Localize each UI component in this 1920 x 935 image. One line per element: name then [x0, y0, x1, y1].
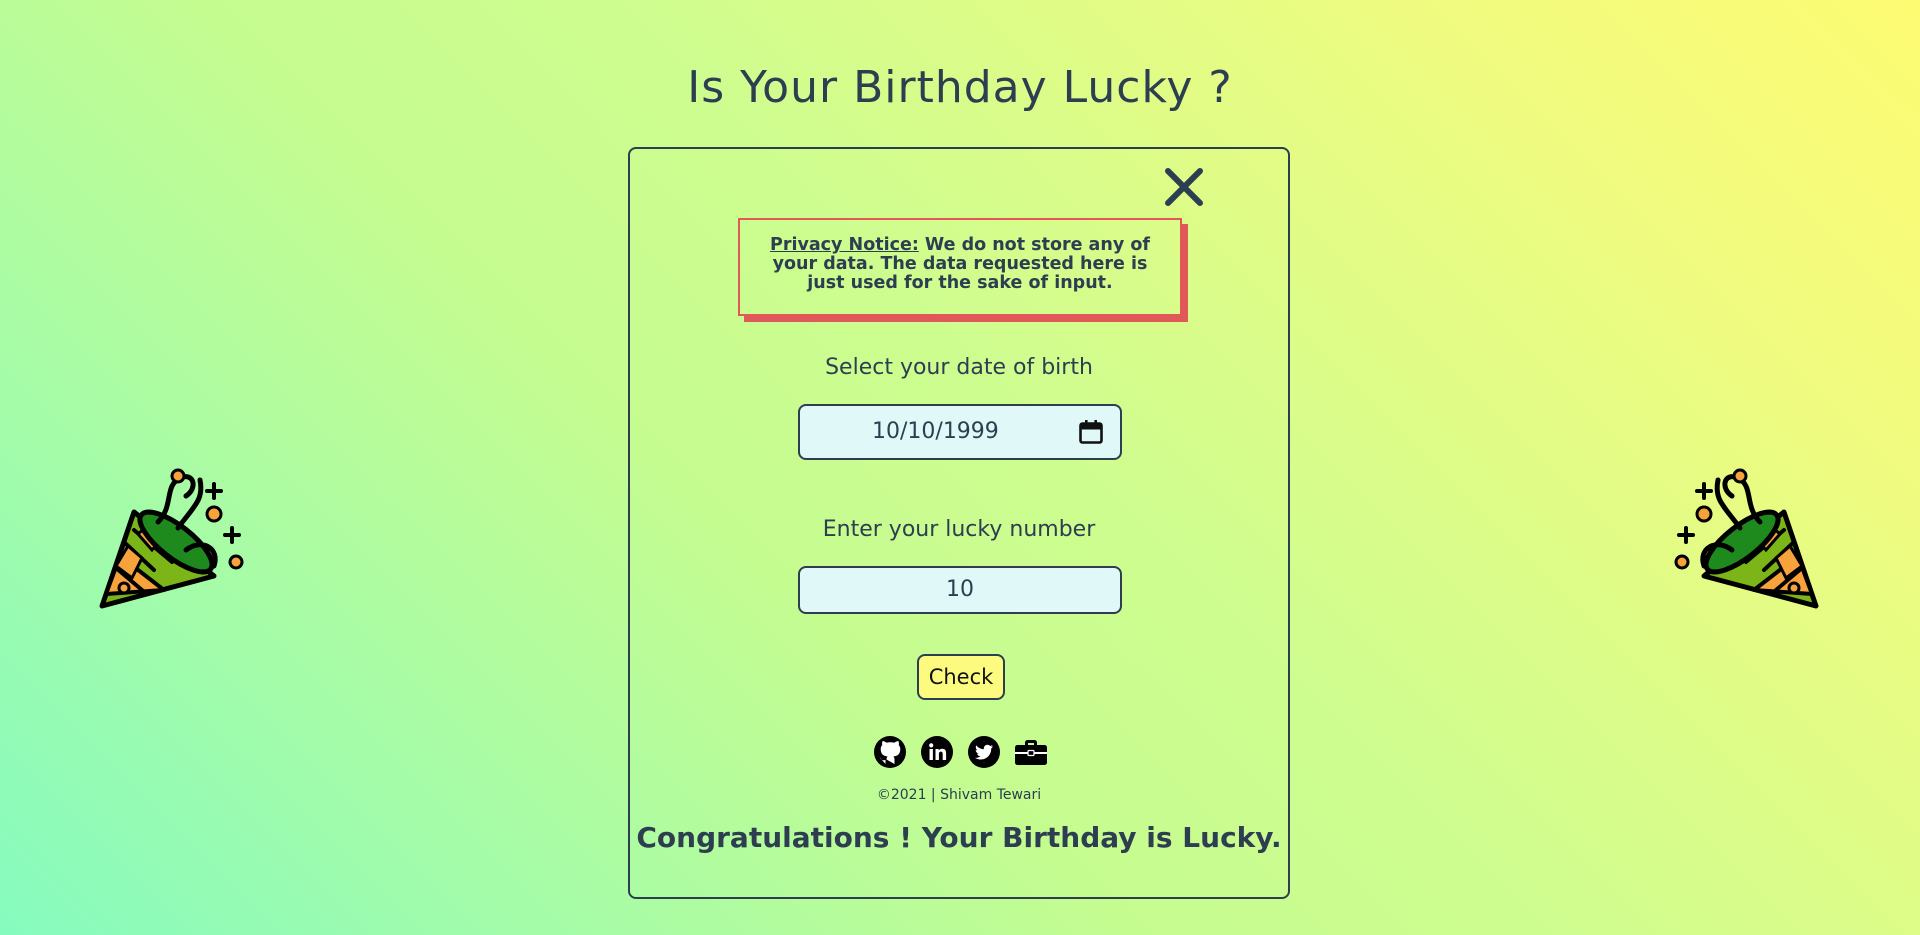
main-card: Privacy Notice: We do not store any of y… [628, 147, 1290, 899]
dob-input[interactable]: 10/10/1999 [798, 404, 1122, 460]
social-links [630, 735, 1288, 769]
linkedin-icon[interactable] [920, 735, 954, 769]
result-message: Congratulations ! Your Birthday is Lucky… [636, 821, 1282, 854]
dob-label: Select your date of birth [825, 355, 1093, 380]
dob-value: 10/10/1999 [872, 419, 999, 444]
party-popper-icon [1674, 468, 1819, 609]
page-title: Is Your Birthday Lucky ? [687, 62, 1233, 113]
check-button[interactable]: Check [917, 654, 1005, 700]
twitter-icon[interactable] [967, 735, 1001, 769]
lucky-number-input[interactable]: 10 [798, 566, 1122, 614]
calendar-icon[interactable] [1078, 419, 1104, 445]
privacy-notice-label: Privacy Notice: [770, 235, 919, 255]
close-icon[interactable] [1162, 165, 1206, 209]
github-icon[interactable] [873, 735, 907, 769]
briefcase-icon[interactable] [1014, 735, 1048, 769]
privacy-notice: Privacy Notice: We do not store any of y… [738, 218, 1182, 316]
lucky-number-label: Enter your lucky number [822, 517, 1096, 542]
copyright-text: ©2021 | Shivam Tewari [876, 787, 1042, 803]
party-popper-icon [99, 468, 244, 609]
